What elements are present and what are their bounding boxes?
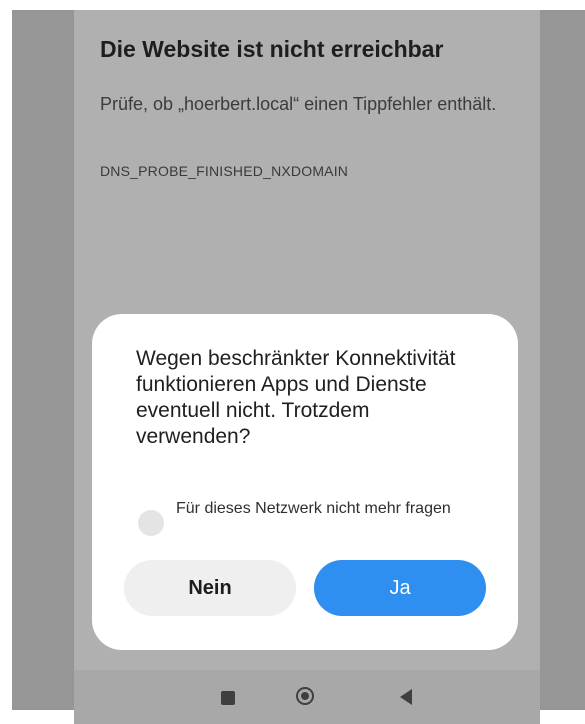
home-circle-icon[interactable]	[296, 687, 314, 705]
yes-button[interactable]: Ja	[314, 560, 486, 616]
error-hint: Prüfe, ob „hoerbert.local“ einen Tippfeh…	[100, 94, 497, 114]
no-button[interactable]: Nein	[124, 560, 296, 616]
page-title: Die Website ist nicht erreichbar	[100, 36, 444, 62]
recents-square-icon[interactable]	[221, 691, 235, 705]
navigation-bar	[74, 670, 540, 724]
radio-button[interactable]	[138, 510, 164, 536]
connectivity-dialog: Wegen beschränkter Konnektivität funktio…	[92, 314, 518, 650]
back-triangle-icon[interactable]	[400, 689, 412, 705]
dont-ask-again-option[interactable]: Für dieses Netzwerk nicht mehr fragen	[138, 498, 498, 542]
background-left	[12, 10, 74, 710]
error-code: DNS_PROBE_FINISHED_NXDOMAIN	[100, 163, 349, 179]
dont-ask-again-label: Für dieses Netzwerk nicht mehr fragen	[176, 500, 451, 517]
background-right	[540, 10, 585, 710]
dialog-message: Wegen beschränkter Konnektivität funktio…	[136, 347, 456, 448]
screenshot-frame: Die Website ist nicht erreichbar Prüfe, …	[0, 0, 585, 724]
